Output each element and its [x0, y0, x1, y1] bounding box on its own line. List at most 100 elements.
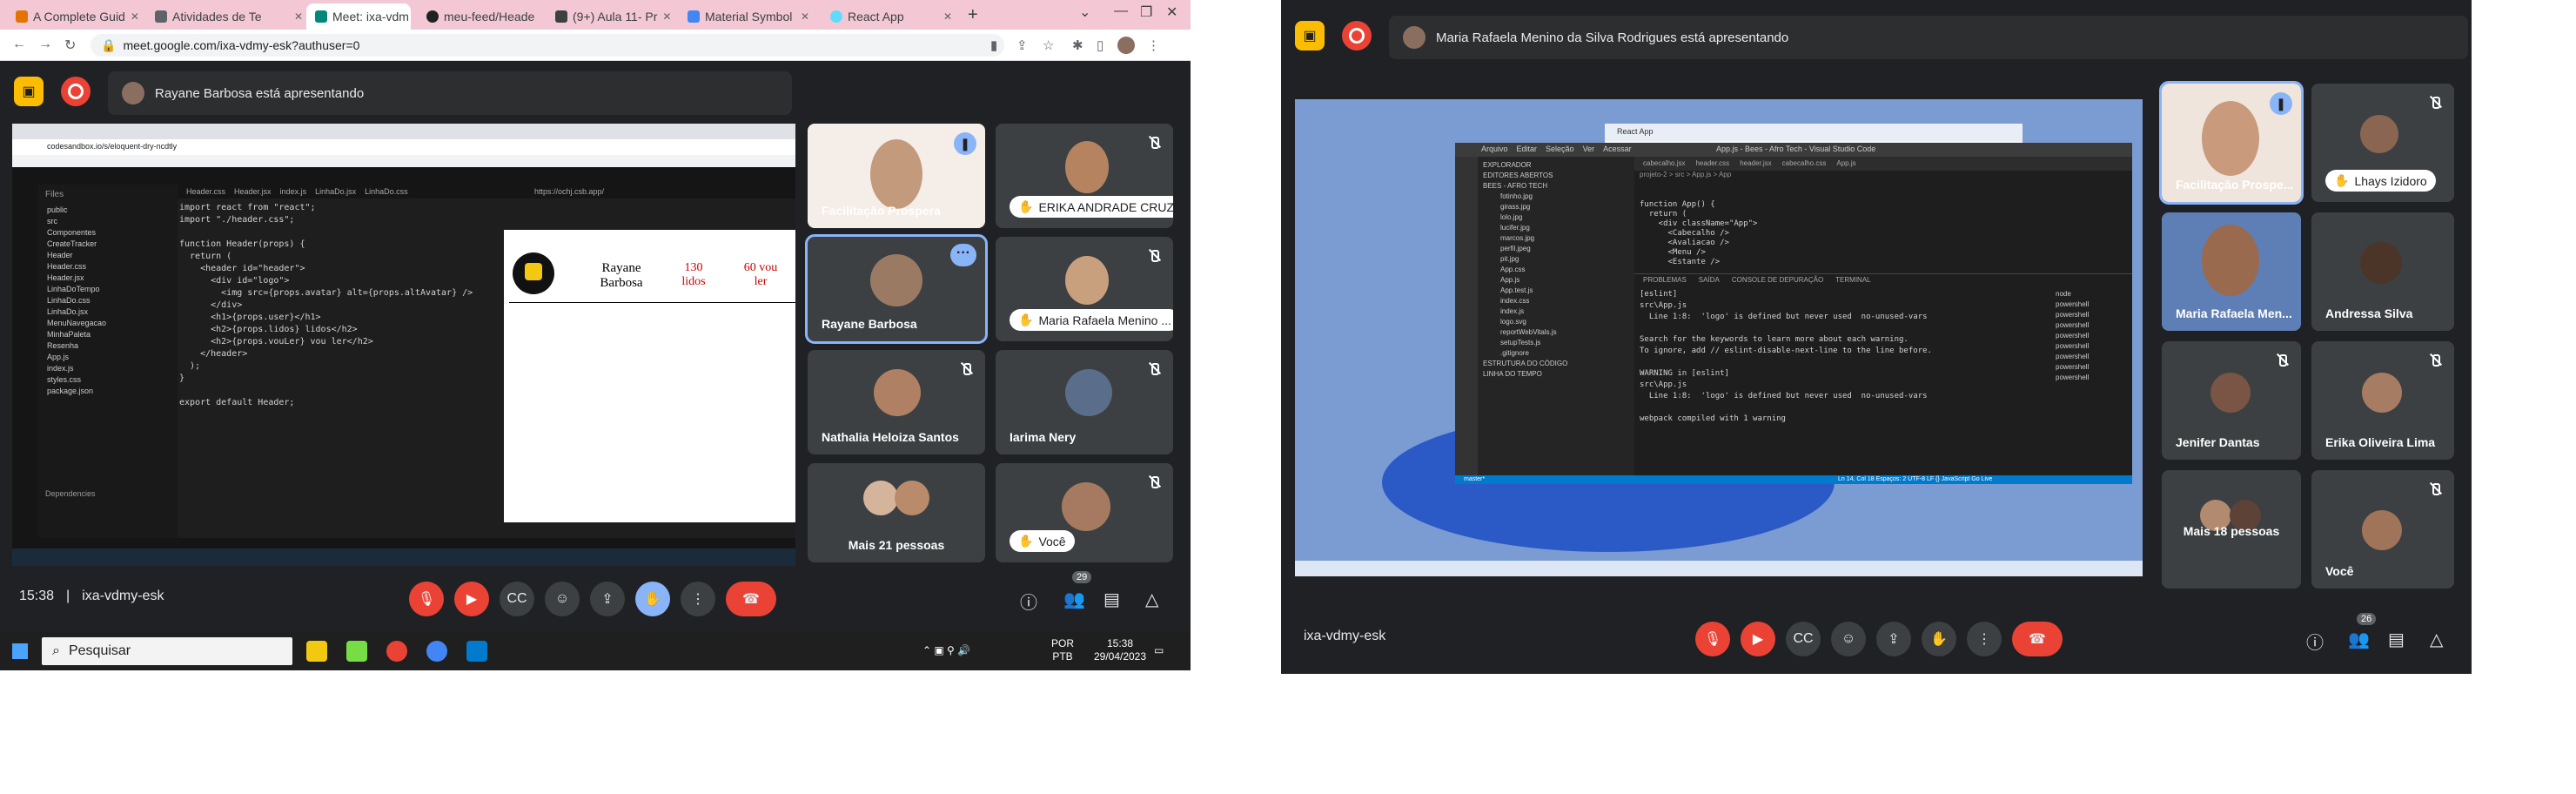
file-tree-item[interactable]: LinhaDo.jsx	[47, 306, 178, 318]
windows-start-icon[interactable]	[12, 643, 28, 659]
editor-tab[interactable]: LinhaDo.css	[365, 187, 408, 196]
file-item[interactable]: index.js	[1500, 306, 1629, 317]
vscode-icon[interactable]	[466, 641, 487, 662]
chrome-icon[interactable]	[386, 641, 407, 662]
participant-tile-self[interactable]: ✋ Você	[996, 463, 1173, 562]
file-tree-item[interactable]: public	[47, 205, 178, 216]
close-icon[interactable]: ✕	[294, 10, 303, 23]
close-icon[interactable]: ✕	[662, 10, 671, 23]
taskbar-search[interactable]: ⌕ Pesquisar	[42, 637, 292, 665]
tab-meet[interactable]: Meet: ixa-vdm●✕	[306, 3, 411, 30]
tray-icons[interactable]: ⌃ ▣ ⚲ 🔊	[922, 644, 970, 657]
participant-tile[interactable]: Jenifer Dantas	[2162, 341, 2301, 460]
terminal-item[interactable]: powershell	[2056, 341, 2130, 352]
file-item[interactable]: fotinho.jpg	[1500, 192, 1629, 202]
terminal-item[interactable]: node	[2056, 289, 2130, 299]
tab-material-symbols[interactable]: Material Symbol ✕	[679, 3, 818, 30]
vscode-terminal[interactable]: [eslint] src\App.js Line 1:8: 'logo' is d…	[1640, 289, 2040, 425]
file-item[interactable]: lucifer.jpg	[1500, 223, 1629, 233]
file-tree-item[interactable]: Header.jsx	[47, 273, 178, 284]
more-options-button[interactable]: ⋮	[681, 582, 715, 616]
tab-react-app[interactable]: React App ✕	[822, 3, 961, 30]
participant-tile-self[interactable]: Você	[2311, 470, 2454, 589]
record-icon[interactable]	[1342, 21, 1372, 50]
activities-icon[interactable]: △	[1145, 589, 1158, 610]
record-icon[interactable]	[61, 77, 91, 106]
file-item[interactable]: App.css	[1500, 265, 1629, 275]
menu-item[interactable]: Editar	[1517, 145, 1538, 153]
participant-tile[interactable]: Iarima Nery	[996, 350, 1173, 454]
terminal-item[interactable]: powershell	[2056, 331, 2130, 341]
participant-tile-active[interactable]: ❚ Facilitação Prospe...	[2159, 81, 2304, 205]
file-tree-item[interactable]: Resenha	[47, 340, 178, 352]
code-editor[interactable]: import react from "react"; import "./head…	[179, 202, 501, 533]
file-item[interactable]: reportWebVitals.js	[1500, 327, 1629, 338]
leave-call-button[interactable]: ☎	[726, 582, 776, 616]
participant-tile[interactable]: Nathalia Heloiza Santos	[808, 350, 985, 454]
url-field[interactable]: 🔒 meet.google.com/ixa-vdmy-esk?authuser=0	[91, 34, 1004, 57]
info-icon[interactable]: ⓘ	[1020, 589, 1037, 614]
editor-tab[interactable]: Header.css	[186, 187, 225, 196]
file-tree-item[interactable]: src	[47, 216, 178, 227]
file-item[interactable]: perfil.jpeg	[1500, 244, 1629, 254]
terminal-list[interactable]: node powershell powershell powershell powers…	[2056, 289, 2130, 383]
camera-off-button[interactable]: ▶	[1741, 622, 1775, 656]
editor-tab[interactable]: index.js	[280, 187, 307, 196]
file-tree-item[interactable]: LinhaDo.css	[47, 295, 178, 306]
more-options-icon[interactable]: ···	[950, 244, 976, 266]
terminal-item[interactable]: powershell	[2056, 310, 2130, 320]
camera-off-button[interactable]: ▶	[454, 582, 489, 616]
chrome-icon[interactable]	[426, 641, 447, 662]
panel-tab[interactable]: TERMINAL	[1835, 276, 1870, 284]
menu-icon[interactable]: ⋮	[1147, 37, 1160, 53]
file-item[interactable]: logo.svg	[1500, 317, 1629, 327]
panel-tab[interactable]: SAÍDA	[1699, 276, 1720, 284]
terminal-item[interactable]: powershell	[2056, 320, 2130, 331]
file-tree-item[interactable]: package.json	[47, 386, 178, 397]
close-icon[interactable]: ✕	[801, 10, 809, 23]
reactions-button[interactable]: ☺	[1831, 622, 1866, 656]
chat-icon[interactable]: ▤	[1104, 589, 1120, 610]
file-item[interactable]: setupTests.js	[1500, 338, 1629, 348]
participant-tile[interactable]: ✋ ERIKA ANDRADE CRUZ	[996, 124, 1173, 228]
mic-off-button[interactable]: 🎙	[409, 582, 444, 616]
menu-item[interactable]: Arquivo	[1481, 145, 1508, 153]
info-icon[interactable]: ⓘ	[2306, 629, 2324, 654]
file-item[interactable]: pit.jpg	[1500, 254, 1629, 265]
tab-atividades[interactable]: Atividades de Te ✕	[146, 3, 312, 30]
app-icon[interactable]	[346, 641, 367, 662]
chevron-down-icon[interactable]: ⌄	[1079, 3, 1090, 21]
panel-tab[interactable]: PROBLEMAS	[1643, 276, 1687, 284]
people-icon[interactable]: 👥	[1063, 589, 1085, 610]
chat-icon[interactable]: ▤	[2388, 629, 2405, 650]
terminal-item[interactable]: powershell	[2056, 373, 2130, 383]
avatar[interactable]	[1117, 37, 1135, 54]
file-tree-item[interactable]: App.js	[47, 352, 178, 363]
restore-button[interactable]: ❐	[1140, 3, 1152, 21]
editor-tab[interactable]: header.css	[1695, 159, 1729, 168]
file-tree-item[interactable]: LinhaDoTempo	[47, 284, 178, 295]
participant-tile[interactable]: ❚ Facilitação Prospera	[808, 124, 985, 228]
file-tree-item[interactable]: index.js	[47, 363, 178, 374]
present-button[interactable]: ⇪	[1876, 622, 1911, 656]
editor-tab[interactable]: cabecalho.jsx	[1643, 159, 1685, 168]
vscode-code-editor[interactable]: function App() { return ( <div className…	[1640, 181, 2040, 267]
extensions-icon[interactable]: ✱	[1072, 37, 1083, 53]
participant-tile[interactable]: Maria Rafaela Men...	[2162, 212, 2301, 331]
file-item[interactable]: index.css	[1500, 296, 1629, 306]
clock[interactable]: 15:38 29/04/2023	[1090, 637, 1150, 663]
file-item[interactable]: App.test.js	[1500, 286, 1629, 296]
file-tree-item[interactable]: Componentes	[47, 227, 178, 239]
terminal-item[interactable]: powershell	[2056, 299, 2130, 310]
file-item[interactable]: .gitignore	[1500, 348, 1629, 359]
editor-tab[interactable]: LinhaDo.jsx	[315, 187, 356, 196]
notifications-icon[interactable]: ▭	[1154, 644, 1164, 657]
file-item[interactable]: App.js	[1500, 275, 1629, 286]
participant-tile[interactable]: ✋ Lhays Izidoro	[2311, 84, 2454, 202]
leave-call-button[interactable]: ☎	[2012, 622, 2063, 656]
participant-tile[interactable]: Mais 18 pessoas	[2162, 470, 2301, 589]
file-tree-item[interactable]: MinhaPaleta	[47, 329, 178, 340]
people-icon[interactable]: 👥	[2348, 629, 2370, 650]
captions-button[interactable]: CC	[1786, 622, 1821, 656]
tab-meu-feed[interactable]: meu-feed/Heade✕	[418, 3, 540, 30]
